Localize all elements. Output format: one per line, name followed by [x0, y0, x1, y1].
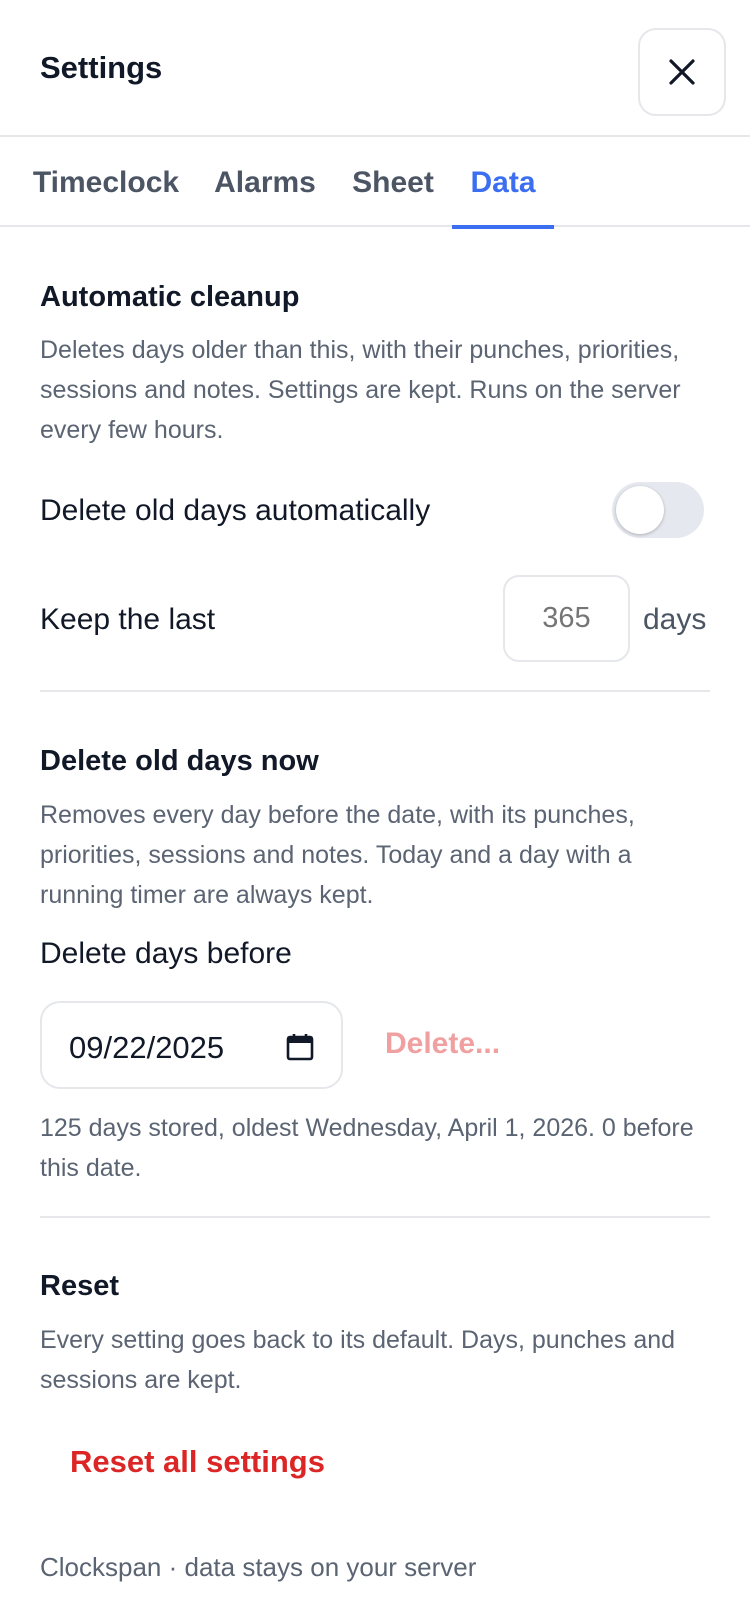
tab-alarms[interactable]: Alarms — [214, 139, 316, 227]
delete-now-status: 125 days stored, oldest Wednesday, April… — [40, 1114, 694, 1182]
reset-all-settings-button[interactable]: Reset all settings — [70, 1444, 325, 1480]
keep-days-input[interactable] — [503, 575, 630, 662]
tab-sheet[interactable]: Sheet — [350, 139, 436, 227]
section-divider — [40, 1216, 710, 1218]
auto-cleanup-description: Deletes days older than this, with their… — [40, 336, 681, 444]
delete-now-title: Delete old days now — [40, 745, 319, 777]
auto-delete-label: Delete old days automatically — [40, 494, 431, 527]
delete-before-label: Delete days before — [40, 937, 292, 970]
auto-delete-toggle[interactable] — [612, 482, 704, 538]
auto-cleanup-title: Automatic cleanup — [40, 281, 300, 313]
calendar-icon[interactable] — [285, 1032, 315, 1062]
tab-timeclock[interactable]: Timeclock — [32, 139, 180, 227]
delete-button[interactable]: Delete... — [385, 1027, 500, 1061]
page-title: Settings — [40, 50, 163, 85]
delete-now-description: Removes every day before the date, with … — [40, 801, 635, 909]
section-divider — [40, 690, 710, 692]
tab-data[interactable]: Data — [452, 139, 554, 229]
toggle-knob — [616, 486, 664, 534]
settings-tabs: Timeclock Alarms Sheet Data — [0, 139, 750, 229]
settings-header: Settings — [0, 0, 750, 137]
close-icon — [669, 59, 695, 85]
close-button[interactable] — [638, 28, 726, 116]
keep-days-unit: days — [643, 603, 707, 636]
date-value: 09/22/2025 — [69, 1030, 225, 1065]
keep-last-label: Keep the last — [40, 603, 216, 636]
delete-before-date-input[interactable]: 09/22/2025 — [40, 1001, 343, 1089]
footer-text: Clockspan · data stays on your server — [40, 1552, 477, 1582]
reset-description: Every setting goes back to its default. … — [40, 1326, 676, 1394]
reset-title: Reset — [40, 1270, 119, 1302]
